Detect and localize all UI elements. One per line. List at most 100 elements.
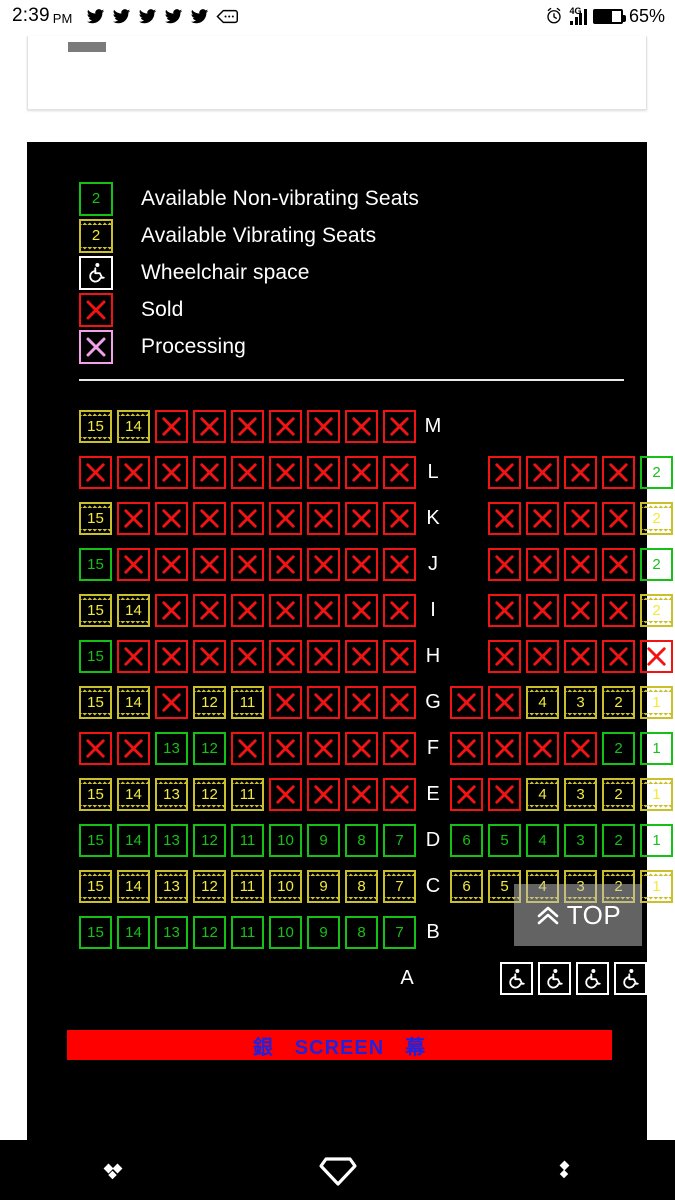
seat-available[interactable]: 13 <box>155 915 188 949</box>
seat-available[interactable]: 2 <box>602 731 635 765</box>
seat-sold <box>526 455 559 489</box>
seat-available[interactable]: 6 <box>450 823 483 857</box>
seat-row: 15 14 12 11 G 4 3 2 1 <box>27 679 673 725</box>
seat-sold <box>231 593 264 627</box>
twitter-icon <box>86 7 105 26</box>
seat-number: 6 <box>462 831 471 849</box>
seat-sold <box>193 547 226 581</box>
seat-available[interactable]: 15 <box>79 593 112 627</box>
seat-available[interactable]: 11 <box>231 869 264 903</box>
seat-available[interactable]: 12 <box>193 685 226 719</box>
seat-available[interactable]: 10 <box>269 823 302 857</box>
seat-available[interactable]: 14 <box>117 685 150 719</box>
home-button[interactable] <box>225 1150 450 1190</box>
seat-available[interactable]: 8 <box>345 915 378 949</box>
seat-available[interactable]: 6 <box>450 869 483 903</box>
seat-available[interactable]: 3 <box>564 777 597 811</box>
seat-available[interactable]: 7 <box>383 915 416 949</box>
seat-available[interactable]: 12 <box>193 915 226 949</box>
seat-available[interactable]: 15 <box>79 915 112 949</box>
seat-available[interactable]: 13 <box>155 869 188 903</box>
seat-available[interactable]: 10 <box>269 915 302 949</box>
seat-available[interactable]: 15 <box>79 409 112 443</box>
seat-sold <box>383 409 416 443</box>
seat-available[interactable]: 4 <box>526 823 559 857</box>
seat-available[interactable]: 7 <box>383 823 416 857</box>
seat-number: 15 <box>87 555 104 573</box>
seat-available[interactable]: 9 <box>307 915 340 949</box>
seat-available[interactable]: 14 <box>117 915 150 949</box>
seat-sold <box>155 409 188 443</box>
seat-available[interactable]: 1 <box>640 777 673 811</box>
seat-available[interactable]: 15 <box>79 823 112 857</box>
seat-available[interactable]: 13 <box>155 777 188 811</box>
seat-sold <box>307 731 340 765</box>
seat-available[interactable]: 2 <box>640 501 673 535</box>
seat-available[interactable]: 15 <box>79 639 112 673</box>
wheelchair-space[interactable] <box>500 961 533 995</box>
seat-number: 7 <box>395 877 404 895</box>
seat-available[interactable]: 11 <box>231 823 264 857</box>
seat-available[interactable]: 14 <box>117 409 150 443</box>
seat-available[interactable]: 12 <box>193 777 226 811</box>
seat-available[interactable]: 12 <box>193 869 226 903</box>
seat-available[interactable]: 2 <box>602 685 635 719</box>
seat-available[interactable]: 11 <box>231 777 264 811</box>
seat-available[interactable]: 1 <box>640 731 673 765</box>
seat-sold <box>383 455 416 489</box>
seat-available[interactable]: 8 <box>345 869 378 903</box>
back-button[interactable] <box>450 1155 675 1185</box>
seat-available[interactable]: 14 <box>117 869 150 903</box>
seat-available[interactable]: 7 <box>383 869 416 903</box>
seat-available[interactable]: 1 <box>640 685 673 719</box>
seat-available[interactable]: 2 <box>602 777 635 811</box>
seat-available[interactable]: 3 <box>564 685 597 719</box>
seat-available[interactable]: 8 <box>345 823 378 857</box>
seat-available[interactable]: 3 <box>564 823 597 857</box>
seat-available[interactable]: 4 <box>526 777 559 811</box>
seat-available[interactable]: 15 <box>79 547 112 581</box>
seat-available[interactable]: 15 <box>79 685 112 719</box>
seat-sold <box>307 501 340 535</box>
seat-sold <box>345 547 378 581</box>
seat-available[interactable]: 13 <box>155 823 188 857</box>
legend-swatch-sold <box>79 292 113 327</box>
seat-available[interactable]: 11 <box>231 915 264 949</box>
seat-available[interactable]: 15 <box>79 501 112 535</box>
seat-number: 13 <box>163 831 180 849</box>
seat-available[interactable]: 5 <box>488 823 521 857</box>
seat-available[interactable]: 15 <box>79 777 112 811</box>
seat-available[interactable]: 14 <box>117 593 150 627</box>
seat-available[interactable]: 2 <box>640 455 673 489</box>
top-content-card <box>27 36 647 110</box>
seat-number: 15 <box>87 693 104 711</box>
scroll-to-top-button[interactable]: TOP <box>514 884 642 946</box>
seat-available[interactable]: 9 <box>307 823 340 857</box>
seat-available[interactable]: 4 <box>526 685 559 719</box>
recents-button[interactable] <box>0 1155 225 1185</box>
seat-number: 15 <box>87 831 104 849</box>
seat-available[interactable]: 9 <box>307 869 340 903</box>
legend: 2 Available Non-vibrating Seats 2 Available… <box>27 142 647 365</box>
seat-available[interactable]: 14 <box>117 823 150 857</box>
seat-available[interactable]: 14 <box>117 777 150 811</box>
seat-row-left-block: 15 14 <box>79 409 416 443</box>
wheelchair-space[interactable] <box>614 961 647 995</box>
seat-available[interactable]: 1 <box>640 869 673 903</box>
seat-available[interactable]: 2 <box>602 823 635 857</box>
seat-available[interactable]: 15 <box>79 869 112 903</box>
seat-row: A <box>27 955 647 1001</box>
seat-available[interactable]: 10 <box>269 869 302 903</box>
seat-available[interactable]: 13 <box>155 731 188 765</box>
seat-row-label: L <box>427 460 439 483</box>
seat-available[interactable]: 1 <box>640 823 673 857</box>
seat-available[interactable]: 12 <box>193 823 226 857</box>
seat-available[interactable]: 2 <box>640 547 673 581</box>
seat-available[interactable]: 11 <box>231 685 264 719</box>
seat-number: 12 <box>201 785 218 803</box>
wheelchair-space[interactable] <box>576 961 609 995</box>
seat-sold <box>383 501 416 535</box>
seat-available[interactable]: 2 <box>640 593 673 627</box>
seat-available[interactable]: 12 <box>193 731 226 765</box>
wheelchair-space[interactable] <box>538 961 571 995</box>
